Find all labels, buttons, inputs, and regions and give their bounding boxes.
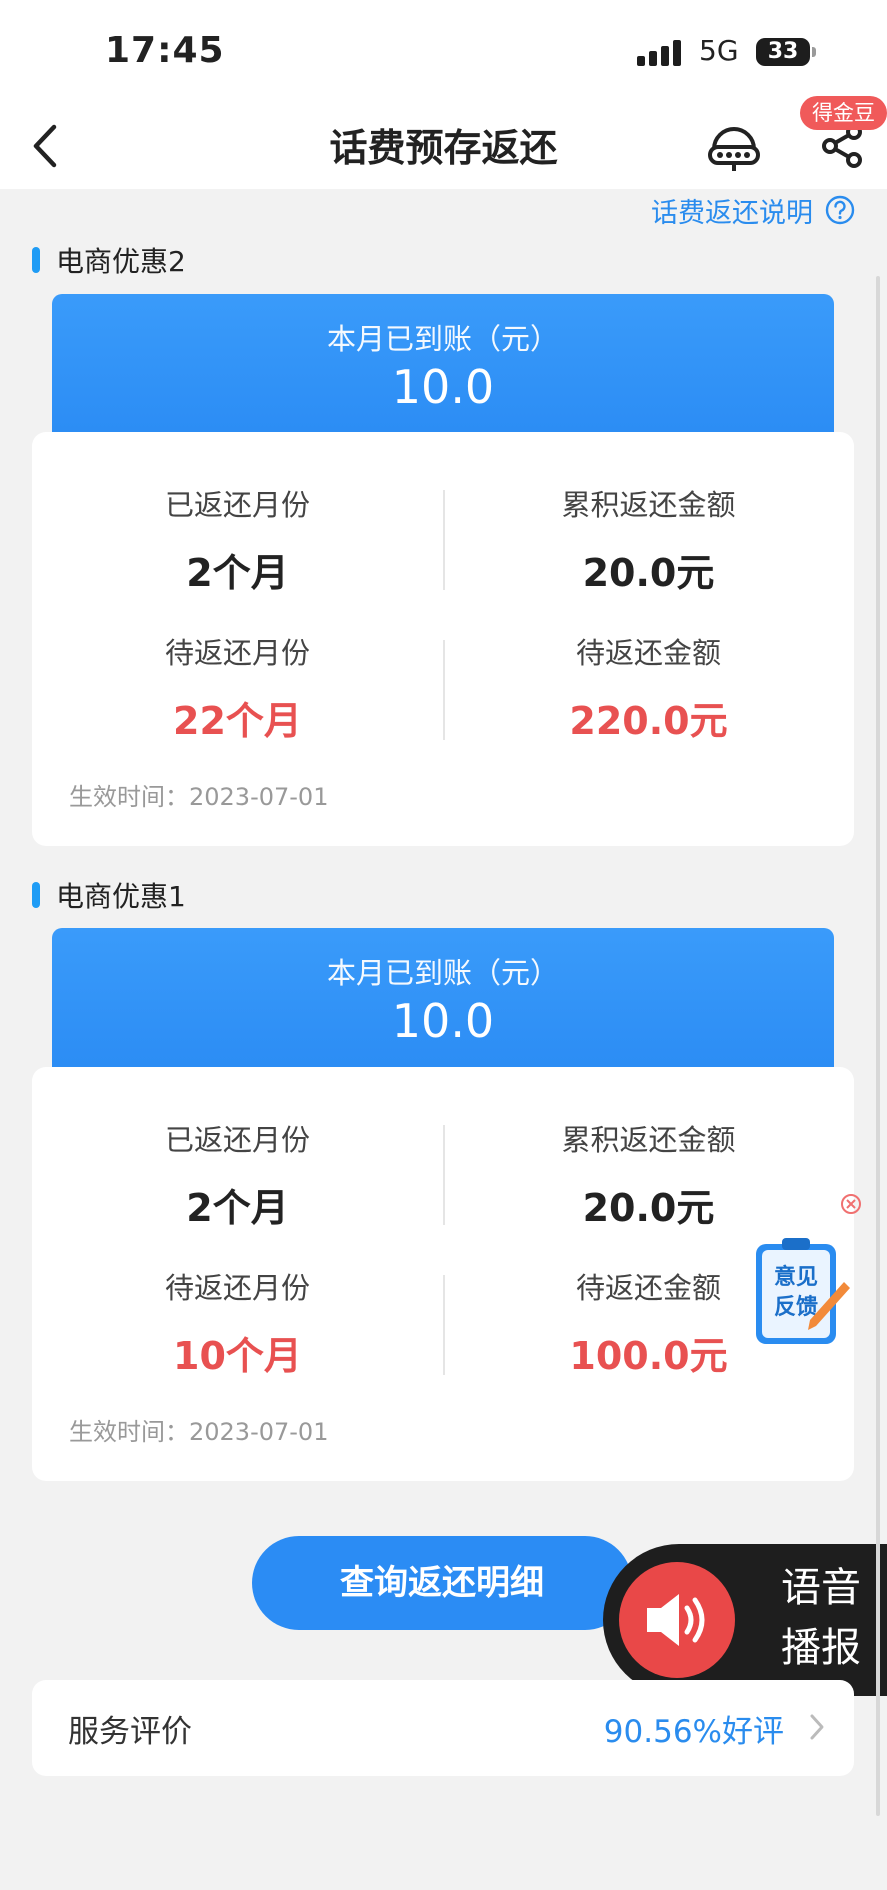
returned-months-label: 已返还月份 (164, 1123, 310, 1157)
battery-indicator: 33 (756, 38, 810, 66)
refund-card: 已返还月份 2个月 累积返还金额 20.0元 待返还月份 10个月 待返还金额 … (32, 1067, 854, 1481)
returned-months-cell: 已返还月份 2个月 (32, 482, 443, 597)
signal-icon (637, 40, 681, 66)
pending-amount-cell: 待返还金额 220.0元 (443, 630, 854, 745)
returned-months-label: 已返还月份 (164, 488, 310, 522)
customer-service-icon[interactable] (706, 119, 762, 175)
received-label: 本月已到账（元） (326, 322, 559, 356)
pending-amount-value: 220.0元 (569, 699, 728, 743)
returned-months-value: 2个月 (186, 551, 289, 595)
voice-play-button[interactable] (619, 1562, 735, 1678)
effective-date: 生效时间：2023-07-01 (69, 783, 329, 811)
service-rating-row[interactable]: 服务评价 90.56%好评 (32, 1680, 854, 1776)
status-bar: 17:45 5G 33 (0, 0, 887, 105)
speaker-icon (647, 1594, 705, 1646)
column-divider (443, 490, 445, 590)
effective-date: 生效时间：2023-07-01 (69, 1418, 329, 1446)
pending-months-value: 10个月 (173, 1334, 302, 1378)
pending-months-label: 待返还月份 (164, 636, 310, 670)
query-details-button[interactable]: 查询返还明细 (252, 1536, 632, 1630)
pending-months-cell: 待返还月份 10个月 (32, 1265, 443, 1380)
pending-months-label: 待返还月份 (164, 1271, 310, 1305)
section-title: 电商优惠2 (32, 240, 186, 280)
total-returned-label: 累积返还金额 (561, 1123, 736, 1157)
refund-explanation-link[interactable]: 话费返还说明 (651, 190, 855, 230)
help-icon (825, 195, 855, 225)
received-label: 本月已到账（元） (326, 956, 559, 990)
close-feedback-icon[interactable] (840, 1193, 862, 1215)
voice-broadcast-widget[interactable]: 语音 播报 (603, 1544, 887, 1696)
pending-months-value: 22个月 (173, 699, 302, 743)
column-divider (443, 1125, 445, 1225)
refund-explanation-label: 话费返还说明 (651, 197, 813, 229)
received-value: 10.0 (391, 360, 495, 414)
refund-card: 已返还月份 2个月 累积返还金额 20.0元 待返还月份 22个月 待返还金额 … (32, 432, 854, 846)
feedback-line2: 反馈 (774, 1294, 818, 1320)
received-summary: 本月已到账（元） 10.0 (52, 928, 834, 1074)
column-divider (443, 640, 445, 740)
returned-months-value: 2个月 (186, 1186, 289, 1230)
total-returned-cell: 累积返还金额 20.0元 (443, 482, 854, 597)
voice-line2: 播报 (781, 1625, 861, 1671)
received-value: 10.0 (391, 994, 495, 1048)
service-rating-label: 服务评价 (68, 1714, 192, 1750)
section-marker (32, 247, 40, 273)
returned-months-cell: 已返还月份 2个月 (32, 1117, 443, 1232)
gold-bean-badge[interactable]: 得金豆 (800, 96, 887, 130)
status-time: 17:45 (105, 30, 225, 71)
column-divider (443, 1275, 445, 1375)
network-type: 5G (699, 34, 739, 67)
service-rating-value: 90.56%好评 (603, 1714, 784, 1750)
section-marker (32, 882, 40, 908)
nav-bar: 话费预存返还 得金豆 (0, 96, 887, 189)
total-returned-value: 20.0元 (582, 551, 715, 595)
chevron-right-icon (810, 1714, 824, 1740)
pending-months-cell: 待返还月份 22个月 (32, 630, 443, 745)
total-returned-cell: 累积返还金额 20.0元 (443, 1117, 854, 1232)
battery-cap (812, 47, 816, 57)
received-summary: 本月已到账（元） 10.0 (52, 294, 834, 440)
pending-amount-label: 待返还金额 (575, 636, 721, 670)
feedback-button[interactable]: 意见 反馈 (752, 1234, 852, 1350)
section-title-text: 电商优惠1 (56, 880, 186, 913)
section-title-text: 电商优惠2 (56, 245, 186, 278)
voice-line1: 语音 (781, 1565, 861, 1611)
total-returned-value: 20.0元 (582, 1186, 715, 1230)
total-returned-label: 累积返还金额 (561, 488, 736, 522)
feedback-line1: 意见 (774, 1264, 818, 1290)
section-title: 电商优惠1 (32, 875, 186, 915)
scrollbar[interactable] (876, 276, 880, 1816)
voice-broadcast-label: 语音 播报 (761, 1558, 881, 1678)
